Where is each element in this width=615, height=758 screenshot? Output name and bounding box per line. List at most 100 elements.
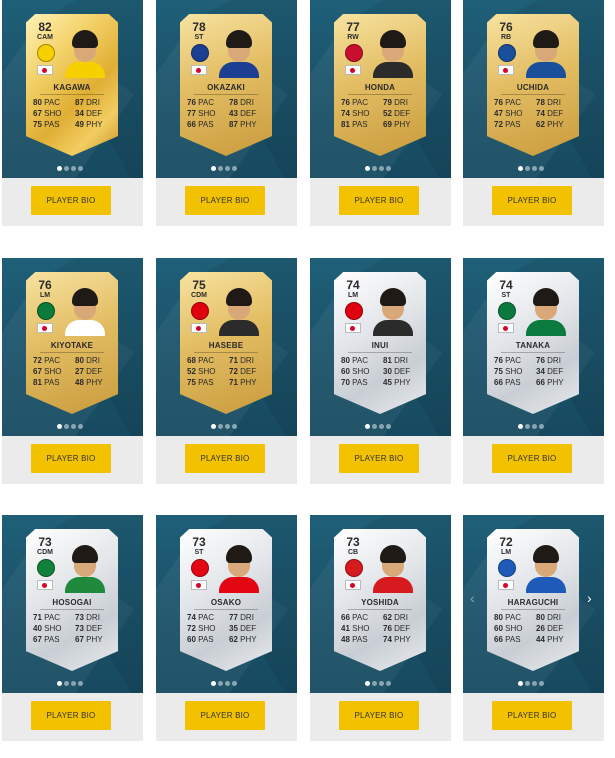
carousel-dot[interactable] xyxy=(57,424,62,429)
carousel-dot[interactable] xyxy=(232,166,237,171)
player-bio-button[interactable]: PLAYER BIO xyxy=(185,701,265,730)
player-card[interactable]: 76 LM KIYOTAKE 72 PAC 80 DRI 67 SHO 27 DEF 81 P… xyxy=(26,272,118,414)
carousel-dot[interactable] xyxy=(365,166,370,171)
carousel-dot[interactable] xyxy=(379,424,384,429)
player-card[interactable]: 73 CDM HOSOGAI 71 PAC 73 DRI 40 SHO 73 DEF 67 P… xyxy=(26,529,118,671)
carousel-dot[interactable] xyxy=(57,681,62,686)
carousel-dot[interactable] xyxy=(532,424,537,429)
chevron-left-icon[interactable]: ‹ xyxy=(470,590,475,606)
carousel-dot[interactable] xyxy=(379,166,384,171)
stat-label: PHY xyxy=(240,635,257,644)
carousel-dot[interactable] xyxy=(211,166,216,171)
player-bio-button[interactable]: PLAYER BIO xyxy=(31,186,111,215)
stat-value: 76 xyxy=(187,98,196,107)
stat-dri: 80 DRI xyxy=(536,612,576,623)
carousel-dot[interactable] xyxy=(372,424,377,429)
player-card[interactable]: 74 ST TANAKA 76 PAC 76 DRI 75 SHO 34 DEF 66 PAS… xyxy=(487,272,579,414)
player-rating: 76 xyxy=(499,20,513,34)
carousel-dot[interactable] xyxy=(71,681,76,686)
carousel-dot[interactable] xyxy=(386,166,391,171)
carousel-dot[interactable] xyxy=(525,166,530,171)
carousel-dot[interactable] xyxy=(365,424,370,429)
stat-phy: 45 PHY xyxy=(383,377,423,388)
carousel-dot[interactable] xyxy=(64,681,69,686)
carousel-dot[interactable] xyxy=(525,424,530,429)
stat-dri: 62 DRI xyxy=(383,612,423,623)
player-bio-button[interactable]: PLAYER BIO xyxy=(185,186,265,215)
carousel-dot[interactable] xyxy=(532,681,537,686)
carousel-dot[interactable] xyxy=(372,681,377,686)
stat-pas: 66 PAS xyxy=(187,119,227,130)
player-position: LM xyxy=(500,549,512,556)
card-panel: 72 LM HARAGUCHI 80 PAC 80 DRI 60 SHO 26 DEF 66 … xyxy=(463,515,604,693)
carousel-dot[interactable] xyxy=(211,681,216,686)
player-bio-button[interactable]: PLAYER BIO xyxy=(492,444,572,473)
carousel-dot[interactable] xyxy=(71,424,76,429)
carousel-dot[interactable] xyxy=(386,424,391,429)
player-card[interactable]: 76 RB UCHIDA 76 PAC 78 DRI 47 SHO 74 DEF 72 PAS… xyxy=(487,14,579,156)
player-bio-button[interactable]: PLAYER BIO xyxy=(339,186,419,215)
player-bio-button[interactable]: PLAYER BIO xyxy=(339,444,419,473)
player-card[interactable]: 75 CDM HASEBE 68 PAC 71 DRI 52 SHO 72 DEF 75 PA… xyxy=(180,272,272,414)
carousel-dot[interactable] xyxy=(539,424,544,429)
stat-label: PHY xyxy=(86,635,103,644)
carousel-dot[interactable] xyxy=(78,424,83,429)
stat-pac: 80 PAC xyxy=(494,612,534,623)
stat-label: DRI xyxy=(394,613,408,622)
carousel-dot[interactable] xyxy=(64,424,69,429)
player-card[interactable]: 73 CB YOSHIDA 66 PAC 62 DRI 41 SHO 76 DEF 48 PA… xyxy=(334,529,426,671)
player-bio-button[interactable]: PLAYER BIO xyxy=(492,701,572,730)
club-badge-icon xyxy=(345,44,363,62)
player-card[interactable]: 82 CAM KAGAWA 80 PAC 87 DRI 67 SHO 34 DEF 75 PA… xyxy=(26,14,118,156)
carousel-dot[interactable] xyxy=(372,166,377,171)
carousel-dot[interactable] xyxy=(218,166,223,171)
stat-value: 62 xyxy=(229,635,238,644)
carousel-dot[interactable] xyxy=(218,424,223,429)
carousel-dot[interactable] xyxy=(532,166,537,171)
player-hair xyxy=(226,545,252,563)
card-footer: PLAYER BIO xyxy=(463,178,604,226)
japan-flag-icon xyxy=(498,65,514,75)
player-tile: 77 RW HONDA 76 PAC 79 DRI 74 SHO 52 DEF 81 PAS 6… xyxy=(310,0,451,232)
carousel-dot[interactable] xyxy=(518,166,523,171)
carousel-dot[interactable] xyxy=(218,681,223,686)
carousel-dot[interactable] xyxy=(78,166,83,171)
stat-value: 80 xyxy=(75,356,84,365)
carousel-dot[interactable] xyxy=(518,424,523,429)
carousel-dot[interactable] xyxy=(539,681,544,686)
player-bio-button[interactable]: PLAYER BIO xyxy=(492,186,572,215)
player-card[interactable]: 74 LM INUI 80 PAC 81 DRI 60 SHO 30 DEF 70 PAS 45… xyxy=(334,272,426,414)
chevron-right-icon[interactable]: › xyxy=(587,590,592,606)
player-position: ST xyxy=(194,549,204,556)
player-card[interactable]: 73 ST OSAKO 74 PAC 77 DRI 72 SHO 35 DEF 60 PAS 6… xyxy=(180,529,272,671)
carousel-dot[interactable] xyxy=(225,166,230,171)
stat-def: 76 DEF xyxy=(383,623,423,634)
player-card[interactable]: 77 RW HONDA 76 PAC 79 DRI 74 SHO 52 DEF 81 PAS 6… xyxy=(334,14,426,156)
carousel-dot[interactable] xyxy=(232,681,237,686)
carousel-dot[interactable] xyxy=(225,424,230,429)
carousel-dot[interactable] xyxy=(64,166,69,171)
carousel-dot[interactable] xyxy=(225,681,230,686)
carousel-dot[interactable] xyxy=(78,681,83,686)
player-bio-button[interactable]: PLAYER BIO xyxy=(31,701,111,730)
carousel-dot[interactable] xyxy=(518,681,523,686)
carousel-dot[interactable] xyxy=(525,681,530,686)
player-shirt xyxy=(65,577,105,593)
player-card[interactable]: 78 ST OKAZAKI 76 PAC 78 DRI 77 SHO 43 DEF 66 PA… xyxy=(180,14,272,156)
carousel-dot[interactable] xyxy=(232,424,237,429)
carousel-dot[interactable] xyxy=(211,424,216,429)
player-card[interactable]: 72 LM HARAGUCHI 80 PAC 80 DRI 60 SHO 26 DEF 66 … xyxy=(487,529,579,671)
carousel-dots xyxy=(365,166,397,172)
carousel-dot[interactable] xyxy=(57,166,62,171)
stat-phy: 62 PHY xyxy=(229,634,269,645)
club-badge-icon xyxy=(191,559,209,577)
player-bio-button[interactable]: PLAYER BIO xyxy=(31,444,111,473)
carousel-dot[interactable] xyxy=(539,166,544,171)
carousel-dot[interactable] xyxy=(365,681,370,686)
carousel-dot[interactable] xyxy=(71,166,76,171)
carousel-dot[interactable] xyxy=(379,681,384,686)
player-bio-button[interactable]: PLAYER BIO xyxy=(185,444,265,473)
card-panel: 74 ST TANAKA 76 PAC 76 DRI 75 SHO 34 DEF 66 PAS… xyxy=(463,258,604,436)
carousel-dot[interactable] xyxy=(386,681,391,686)
player-bio-button[interactable]: PLAYER BIO xyxy=(339,701,419,730)
